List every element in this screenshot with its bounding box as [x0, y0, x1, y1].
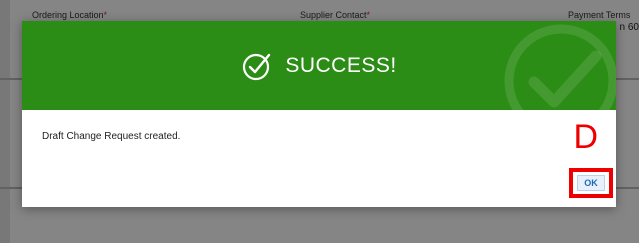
ok-button[interactable]: OK [577, 175, 605, 191]
header-content: SUCCESS! [241, 50, 396, 82]
dialog-body: Draft Change Request created. D OK [22, 110, 616, 207]
check-circle-watermark-icon [504, 24, 616, 110]
dialog-message: Draft Change Request created. [42, 131, 181, 142]
dialog-header: SUCCESS! [22, 21, 616, 110]
dialog-title: SUCCESS! [285, 53, 397, 77]
check-circle-icon [243, 53, 271, 80]
page: Ordering Location* Supplier Contact* Pay… [0, 0, 639, 243]
success-dialog: SUCCESS! Draft Change Request created. D… [22, 21, 616, 207]
annotation-label: D [573, 118, 598, 156]
annotation-highlight-box: OK [569, 168, 613, 198]
